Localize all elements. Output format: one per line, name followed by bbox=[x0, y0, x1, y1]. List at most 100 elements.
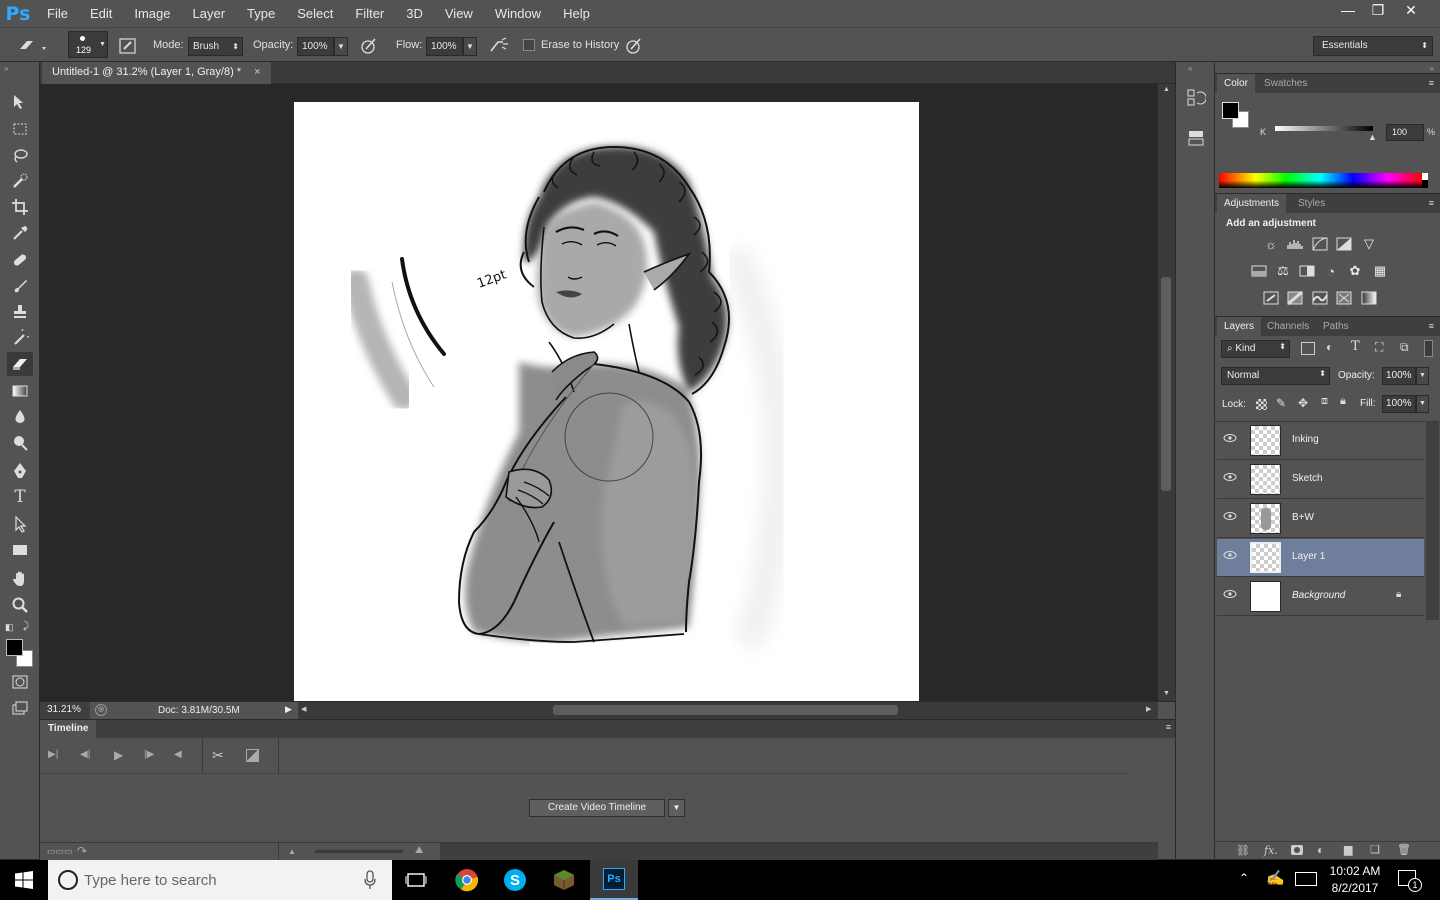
close-button[interactable]: ✕ bbox=[1396, 0, 1426, 20]
filter-pixel-icon[interactable] bbox=[1301, 342, 1315, 355]
eye-icon[interactable] bbox=[1223, 511, 1237, 525]
timeline-options-dropdown[interactable]: ▼ bbox=[668, 799, 685, 817]
quick-selection-tool-icon[interactable] bbox=[7, 169, 33, 193]
clock-time[interactable]: 10:02 AM bbox=[1320, 864, 1390, 878]
selective-color-icon[interactable] bbox=[1335, 290, 1353, 306]
brush-panel-toggle-icon[interactable] bbox=[118, 36, 138, 56]
frame-animation-icon[interactable]: ▭▭▭ bbox=[47, 846, 73, 857]
skype-icon[interactable]: S bbox=[491, 860, 539, 900]
tab-adjustments[interactable]: Adjustments bbox=[1217, 194, 1287, 214]
layer-opacity-dropdown[interactable]: ▼ bbox=[1416, 367, 1429, 385]
color-lookup-icon[interactable]: ▦ bbox=[1371, 263, 1389, 279]
create-video-timeline-button[interactable]: Create Video Timeline bbox=[529, 799, 665, 817]
timeline-title[interactable]: Timeline bbox=[40, 720, 97, 738]
split-scissors-icon[interactable]: ✂ bbox=[212, 747, 224, 764]
exposure-icon[interactable] bbox=[1335, 236, 1353, 252]
windows-start-icon[interactable] bbox=[0, 860, 48, 900]
mode-select[interactable]: Brush ⬍ bbox=[188, 37, 243, 56]
threshold-icon[interactable] bbox=[1311, 290, 1329, 306]
rectangle-tool-icon[interactable] bbox=[7, 538, 33, 562]
tab-channels[interactable]: Channels bbox=[1260, 317, 1316, 337]
zoom-tool-icon[interactable] bbox=[7, 593, 33, 617]
invert-icon[interactable] bbox=[1262, 290, 1280, 306]
black-white-icon[interactable] bbox=[1298, 263, 1316, 279]
k-slider-track[interactable] bbox=[1275, 126, 1373, 131]
healing-brush-tool-icon[interactable] bbox=[7, 248, 33, 272]
minecraft-icon[interactable] bbox=[540, 860, 588, 900]
pressure-opacity-icon[interactable] bbox=[359, 36, 379, 56]
new-adjustment-layer-icon[interactable]: ◐ bbox=[1317, 843, 1324, 857]
menu-view[interactable]: View bbox=[434, 0, 484, 27]
photoshop-taskbar-icon[interactable]: Ps bbox=[590, 860, 638, 900]
marquee-tool-icon[interactable] bbox=[7, 117, 33, 141]
quick-mask-icon[interactable] bbox=[7, 670, 33, 694]
eye-icon[interactable] bbox=[1223, 589, 1237, 603]
convert-icon[interactable]: ↷ bbox=[77, 844, 87, 858]
vertical-scrollbar[interactable]: ▲ ▼ bbox=[1158, 84, 1175, 701]
erase-to-history-checkbox[interactable] bbox=[523, 39, 535, 51]
brightness-contrast-icon[interactable]: ☼ bbox=[1262, 236, 1280, 252]
clock-date[interactable]: 8/2/2017 bbox=[1320, 881, 1390, 895]
type-tool-icon[interactable]: T bbox=[7, 485, 33, 509]
channel-mixer-icon[interactable]: ✿ bbox=[1346, 263, 1364, 279]
menu-help[interactable]: Help bbox=[552, 0, 601, 27]
layer-opacity-input[interactable]: 100% bbox=[1382, 367, 1416, 385]
menu-image[interactable]: Image bbox=[123, 0, 181, 27]
eyedropper-tool-icon[interactable] bbox=[7, 221, 33, 245]
eraser-tool-preset-icon[interactable] bbox=[16, 36, 50, 56]
close-tab-icon[interactable]: × bbox=[254, 66, 260, 78]
zoom-level[interactable]: 31.21% bbox=[40, 702, 90, 719]
pen-workspace-icon[interactable]: ✍ bbox=[1266, 869, 1285, 887]
flow-input[interactable]: 100% bbox=[426, 37, 463, 56]
levels-icon[interactable] bbox=[1286, 236, 1304, 252]
menu-3d[interactable]: 3D bbox=[395, 0, 434, 27]
zoom-in-timeline-icon[interactable]: ⛰ bbox=[415, 845, 423, 856]
eye-icon[interactable] bbox=[1223, 550, 1237, 564]
link-layers-icon[interactable]: ⛓ bbox=[1236, 844, 1250, 857]
color-foreground-swatch[interactable] bbox=[1222, 102, 1239, 119]
k-value-input[interactable]: 100 bbox=[1386, 124, 1424, 141]
layer-row-background[interactable]: Background 🔒︎ bbox=[1217, 578, 1424, 616]
brush-size-picker[interactable]: 129 ▼ bbox=[68, 31, 108, 58]
add-mask-icon[interactable] bbox=[1291, 845, 1303, 855]
swap-colors-icon[interactable]: ⤸ bbox=[23, 621, 29, 632]
history-panel-icon[interactable] bbox=[1186, 87, 1206, 109]
vibrance-icon[interactable]: ▽ bbox=[1360, 236, 1378, 252]
panel-menu-icon[interactable]: ≡ bbox=[1429, 198, 1434, 208]
layer-row-layer-1[interactable]: Layer 1 bbox=[1217, 539, 1424, 577]
horizontal-scrollbar[interactable]: ◀ ▶ bbox=[298, 702, 1158, 719]
horizontal-scroll-thumb[interactable] bbox=[553, 705, 898, 715]
task-view-icon[interactable] bbox=[392, 860, 440, 900]
microphone-icon[interactable] bbox=[364, 870, 376, 890]
timeline-zoom-slider[interactable] bbox=[315, 850, 403, 853]
transition-icon[interactable] bbox=[246, 749, 259, 762]
restore-button[interactable]: ❐ bbox=[1363, 0, 1393, 20]
show-hidden-icons-icon[interactable]: ⌃ bbox=[1239, 871, 1249, 885]
tab-layers[interactable]: Layers bbox=[1217, 317, 1262, 337]
scroll-right-icon[interactable]: ▶ bbox=[1146, 705, 1151, 713]
new-layer-icon[interactable]: ❏ bbox=[1370, 843, 1380, 856]
crop-tool-icon[interactable] bbox=[7, 195, 33, 219]
panel-menu-icon[interactable]: ≡ bbox=[1429, 321, 1434, 331]
eye-icon[interactable] bbox=[1223, 472, 1237, 486]
tab-color[interactable]: Color bbox=[1217, 74, 1255, 94]
menu-edit[interactable]: Edit bbox=[79, 0, 123, 27]
new-group-icon[interactable]: ▆ bbox=[1344, 843, 1352, 856]
layer-row-sketch[interactable]: Sketch bbox=[1217, 461, 1424, 499]
filter-toggle-switch[interactable] bbox=[1424, 340, 1433, 357]
collapse-toolbar-icon[interactable]: » bbox=[4, 64, 8, 73]
lock-transparent-icon[interactable] bbox=[1256, 399, 1267, 410]
pressure-size-icon[interactable] bbox=[624, 36, 644, 56]
document-canvas[interactable]: 12pt bbox=[294, 102, 919, 701]
layer-fill-dropdown[interactable]: ▼ bbox=[1416, 395, 1429, 413]
pen-tool-icon[interactable] bbox=[7, 459, 33, 483]
layer-row-bw[interactable]: B+W bbox=[1217, 500, 1424, 538]
foreground-color-swatch[interactable] bbox=[6, 639, 23, 656]
layer-filter-select[interactable]: ⌕ Kind ⬍ bbox=[1221, 340, 1290, 358]
layer-name[interactable]: Layer 1 bbox=[1292, 551, 1325, 562]
move-tool-icon[interactable] bbox=[7, 90, 33, 114]
eye-icon[interactable] bbox=[1223, 433, 1237, 447]
zoom-out-timeline-icon[interactable]: ▲ bbox=[288, 847, 296, 856]
workspace-select[interactable]: Essentials ⬍ bbox=[1313, 36, 1433, 56]
collapse-panels-icon[interactable]: » bbox=[1430, 64, 1434, 73]
